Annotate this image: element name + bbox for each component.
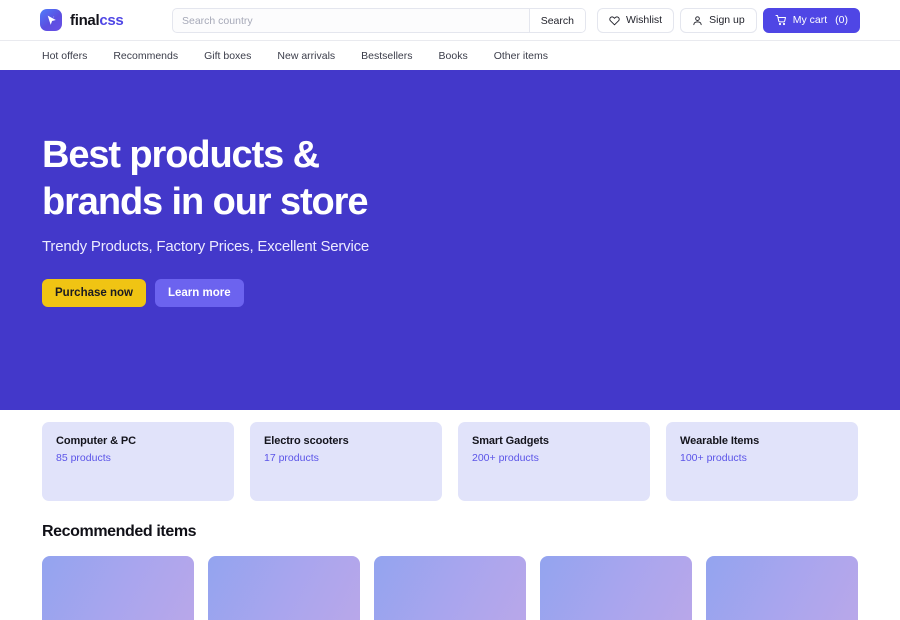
brand-name-accent: css — [99, 11, 124, 29]
brand-name: finalcss — [70, 11, 124, 29]
cart-count: (0) — [835, 14, 848, 26]
user-icon — [692, 15, 703, 26]
product-card[interactable] — [706, 556, 858, 620]
hero-subtitle: Trendy Products, Factory Prices, Excelle… — [42, 238, 370, 255]
nav-item-hot-offers[interactable]: Hot offers — [42, 50, 87, 62]
main-content: Computer & PC 85 products Electro scoote… — [0, 410, 900, 620]
category-title: Electro scooters — [264, 435, 349, 447]
search-bar: Search — [172, 8, 586, 33]
search-button[interactable]: Search — [528, 9, 585, 32]
hero-headline: Best products & brands in our store — [42, 132, 858, 226]
wishlist-label: Wishlist — [625, 14, 663, 26]
hero-headline-line2: brands in our store — [42, 181, 368, 223]
heart-icon — [609, 15, 620, 26]
nav-item-gift-boxes[interactable]: Gift boxes — [204, 50, 251, 62]
nav-item-bestsellers[interactable]: Bestsellers — [361, 50, 412, 62]
brand-logo[interactable]: finalcss — [40, 9, 124, 31]
category-count: 200+ products — [472, 452, 539, 464]
category-nav: Hot offers Recommends Gift boxes New arr… — [0, 41, 900, 70]
category-card-wearable-items[interactable]: Wearable Items 100+ products — [666, 422, 858, 501]
site-header: finalcss Search Wishlist Sign up — [0, 0, 900, 41]
wishlist-button[interactable]: Wishlist — [596, 7, 675, 33]
category-card-computer-pc[interactable]: Computer & PC 85 products — [42, 422, 234, 501]
category-title: Smart Gadgets — [472, 435, 549, 447]
recommended-product-row — [42, 556, 858, 620]
product-card[interactable] — [42, 556, 194, 620]
nav-item-recommends[interactable]: Recommends — [113, 50, 178, 62]
nav-item-other-items[interactable]: Other items — [494, 50, 548, 62]
hero-cta-group: Purchase now Learn more — [42, 279, 858, 307]
learn-more-button[interactable]: Learn more — [154, 279, 244, 307]
cursor-arrow-icon — [40, 9, 62, 31]
hero-headline-line1: Best products & — [42, 134, 320, 176]
nav-item-books[interactable]: Books — [439, 50, 468, 62]
cart-button[interactable]: My cart (0) — [762, 7, 860, 33]
category-title: Wearable Items — [680, 435, 760, 447]
category-count: 17 products — [264, 452, 319, 464]
sign-up-button[interactable]: Sign up — [680, 7, 757, 33]
category-count: 85 products — [56, 452, 111, 464]
hero-banner: Best products & brands in our store Tren… — [0, 70, 900, 410]
category-card-smart-gadgets[interactable]: Smart Gadgets 200+ products — [458, 422, 650, 501]
search-input[interactable] — [173, 9, 529, 32]
product-card[interactable] — [208, 556, 360, 620]
nav-item-new-arrivals[interactable]: New arrivals — [277, 50, 335, 62]
product-card[interactable] — [374, 556, 526, 620]
cart-label: My cart — [792, 14, 828, 26]
category-card-electro-scooters[interactable]: Electro scooters 17 products — [250, 422, 442, 501]
cart-icon — [775, 14, 787, 26]
category-count: 100+ products — [680, 452, 747, 464]
category-title: Computer & PC — [56, 435, 136, 447]
recommended-section-title: Recommended items — [42, 523, 197, 540]
brand-name-primary: final — [70, 11, 100, 29]
header-actions: Wishlist Sign up My cart (0) — [596, 7, 860, 33]
category-card-row: Computer & PC 85 products Electro scoote… — [42, 410, 858, 501]
sign-up-label: Sign up — [709, 14, 745, 26]
product-card[interactable] — [540, 556, 692, 620]
purchase-now-button[interactable]: Purchase now — [42, 279, 146, 307]
